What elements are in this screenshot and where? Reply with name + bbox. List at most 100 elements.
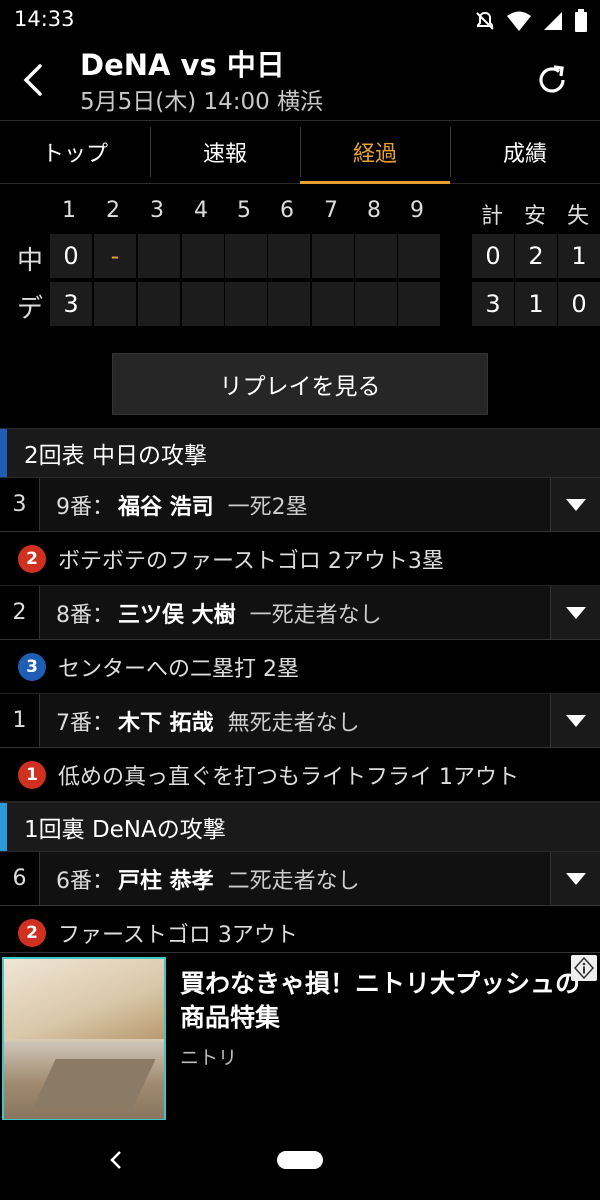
batter-row[interactable]: 3 9番： 福谷 浩司 一死2塁 [0,478,600,532]
pitch-count-badge: 2 [18,544,46,573]
play-description: センターへの二塁打 2塁 [58,656,299,682]
at-bat-order: 2 [0,586,40,639]
section-title: 1回裏 DeNAの攻撃 [24,817,226,843]
batting-number: 7番： [56,710,114,736]
team-name: デ [16,294,43,324]
batting-number: 8番： [56,602,114,628]
batter-name: 三ツ俣 大樹 [118,602,236,628]
system-nav-bar [0,1120,600,1200]
at-bat-order: 1 [0,694,40,747]
nav-home-button[interactable] [277,1151,323,1169]
notifications-off-icon [474,10,496,36]
section-accent-bar [0,429,7,477]
expand-button[interactable] [550,586,600,639]
totals-header: 失 [566,204,589,229]
play-result: 1 低めの真っ直ぐを打つもライトフライ 1アウト [0,748,600,802]
inning-score: 0 [50,234,92,278]
ad-banner[interactable]: 買わなきゃ損！ニトリ大プッシュの商品特集 ニトリ [0,952,600,1121]
inning-header: 5 [237,198,251,223]
tab-top[interactable]: トップ [0,121,150,183]
batter-name: 福谷 浩司 [118,494,214,520]
batter-name: 戸柱 恭孝 [118,868,214,894]
page-title: DeNA vs 中日 [80,48,285,82]
inning-score [355,234,397,278]
pitch-count-badge: 3 [18,652,46,681]
inning-header: 2 [106,198,120,223]
app-header: DeNA vs 中日 5月5日(木) 14:00 横浜 [0,40,600,120]
batter-info: 9番： 福谷 浩司 一死2塁 [40,478,550,531]
tab-stats[interactable]: 成績 [450,121,600,183]
inning-score: 3 [50,282,92,326]
section-title: 2回表 中日の攻撃 [24,443,207,469]
refresh-button[interactable] [534,62,570,98]
play-description: ファーストゴロ 3アウト [58,922,298,948]
triangle-down-icon [565,606,586,619]
inning-header: 1 [62,198,76,223]
section-accent-bar [0,803,7,851]
inning-score [182,282,224,326]
inning-score: - [94,234,136,278]
pitch-count-badge: 1 [18,760,46,789]
status-time: 14:33 [14,7,75,31]
at-bat-order: 6 [0,852,40,905]
status-bar: 14:33 [0,0,600,40]
inning-score [138,282,180,326]
ad-info-icon[interactable] [571,955,597,981]
triangle-down-icon [565,872,586,885]
inning-score [94,282,136,326]
batter-info: 6番： 戸柱 恭孝 二死走者なし [40,852,550,905]
chevron-left-icon [110,1151,121,1169]
inning-score [138,234,180,278]
game-info: 5月5日(木) 14:00 横浜 [80,89,324,115]
inning-header: 4 [194,198,208,223]
total-score: 3 [472,282,514,326]
ad-image[interactable] [2,957,166,1121]
play-description: ボテボテのファーストゴロ 2アウト3塁 [58,548,444,574]
runner-state: 二死走者なし [227,868,360,894]
runner-state: 一死走者なし [249,602,382,628]
battery-icon [574,9,588,37]
batter-row[interactable]: 2 8番： 三ツ俣 大樹 一死走者なし [0,586,600,640]
back-button[interactable] [18,60,52,100]
ad-title[interactable]: 買わなきゃ損！ニトリ大プッシュの商品特集 [180,967,585,1035]
triangle-down-icon [565,498,586,511]
total-score: 2 [515,234,557,278]
at-bat-order: 3 [0,478,40,531]
play-result: 3 センターへの二塁打 2塁 [0,640,600,694]
batter-row[interactable]: 6 6番： 戸柱 恭孝 二死走者なし [0,852,600,906]
play-description: 低めの真っ直ぐを打つもライトフライ 1アウト [58,764,519,790]
inning-header: 8 [367,198,381,223]
expand-button[interactable] [550,694,600,747]
inning-score [355,282,397,326]
batter-info: 7番： 木下 拓哉 無死走者なし [40,694,550,747]
batter-row[interactable]: 1 7番： 木下 拓哉 無死走者なし [0,694,600,748]
expand-button[interactable] [550,478,600,531]
signal-icon [542,10,564,36]
runner-state: 一死2塁 [227,494,308,520]
inning-score [268,282,310,326]
tab-progress[interactable]: 経過 [300,121,450,184]
nav-back-button[interactable] [106,1148,126,1172]
batter-name: 木下 拓哉 [118,710,214,736]
team-name: 中 [16,246,43,276]
inning-section-header: 2回表 中日の攻撃 [0,428,600,478]
arrow-left-icon [23,64,42,96]
inning-score [398,234,440,278]
scoreboard: 123456789計安失中0-021デ3310 [0,190,600,340]
refresh-icon [539,65,565,93]
wifi-icon [506,10,532,36]
batting-number: 6番： [56,868,114,894]
replay-button[interactable]: リプレイを見る [112,353,488,415]
expand-button[interactable] [550,852,600,905]
tab-bar: トップ 速報 経過 成績 [0,120,600,184]
inning-score [225,234,267,278]
inning-score [312,282,354,326]
inning-score [312,234,354,278]
play-result: 2 ボテボテのファーストゴロ 2アウト3塁 [0,532,600,586]
tab-live[interactable]: 速報 [150,121,300,183]
total-score: 1 [515,282,557,326]
triangle-down-icon [565,714,586,727]
inning-header: 9 [410,198,424,223]
total-score: 0 [558,282,600,326]
ad-sponsor: ニトリ [180,1047,238,1069]
